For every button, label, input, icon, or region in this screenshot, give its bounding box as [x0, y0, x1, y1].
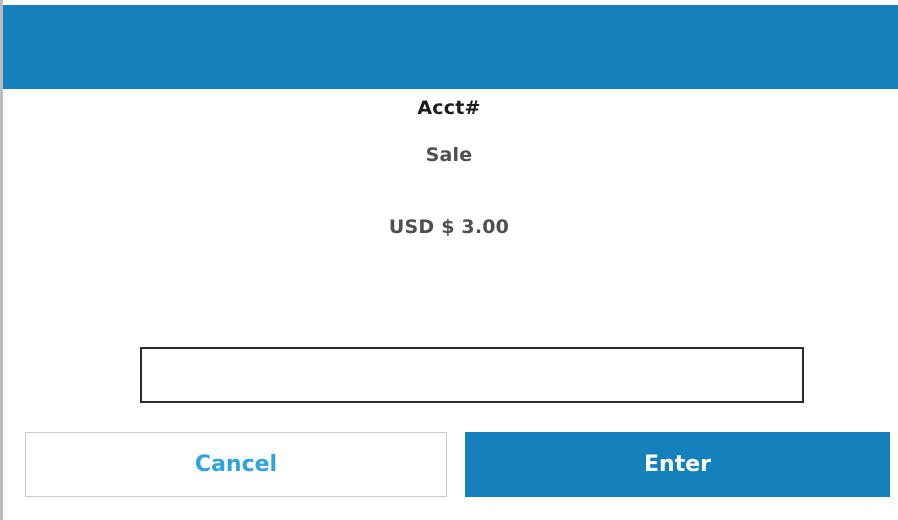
- payment-prompt-screen: Acct# Sale USD $ 3.00 Cancel Enter: [0, 0, 898, 520]
- enter-button[interactable]: Enter: [465, 432, 890, 497]
- acct-title: Acct#: [417, 97, 481, 119]
- enter-button-label: Enter: [644, 452, 711, 477]
- amount-label: USD $ 3.00: [388, 216, 510, 238]
- transaction-type-label: Sale: [425, 144, 473, 166]
- acct-number-input[interactable]: [140, 347, 804, 403]
- cancel-button-label: Cancel: [194, 452, 278, 477]
- cancel-button[interactable]: Cancel: [25, 432, 447, 497]
- header-bar: [3, 5, 898, 89]
